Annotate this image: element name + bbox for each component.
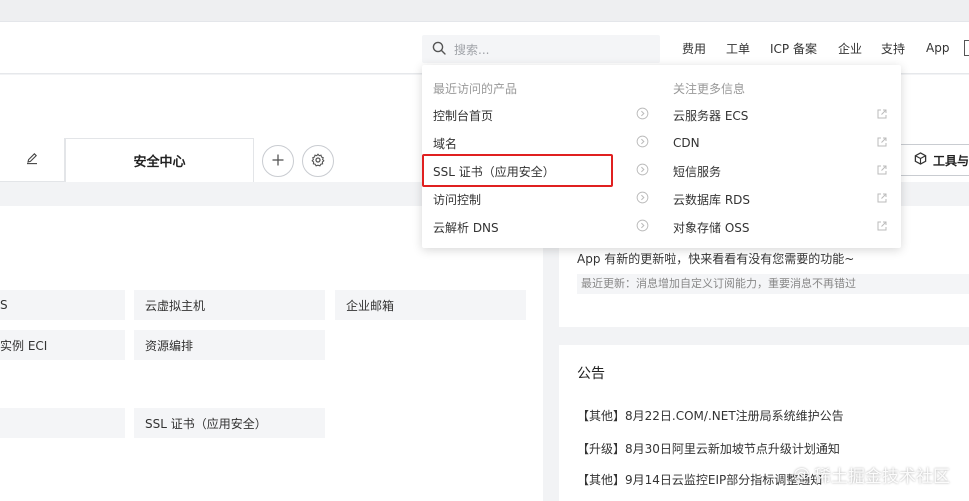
external-link-icon <box>876 108 888 123</box>
product-item[interactable]: S <box>0 290 125 320</box>
recent-item[interactable]: 控制台首页 <box>433 101 649 129</box>
add-tab-button[interactable] <box>262 145 294 177</box>
recent-products-title: 最近访问的产品 <box>433 82 518 96</box>
announcement-title: 公告 <box>577 366 605 382</box>
more-item[interactable]: CDN <box>673 129 888 157</box>
search-icon <box>432 41 446 58</box>
gear-icon <box>311 152 325 170</box>
more-info-title: 关注更多信息 <box>673 82 746 96</box>
browser-top-strip <box>0 0 969 22</box>
nav-app[interactable]: App <box>926 22 949 74</box>
arrow-circle-icon <box>636 163 649 179</box>
external-link-icon <box>876 192 888 207</box>
recent-item[interactable]: 域名 <box>433 129 649 157</box>
search-box[interactable]: 搜索... <box>422 35 660 63</box>
arrow-circle-icon <box>636 219 649 235</box>
edit-icon <box>25 151 39 168</box>
product-item[interactable]: 实例 ECI <box>0 330 125 360</box>
more-item[interactable]: 云服务器 ECS <box>673 101 888 129</box>
notification-message[interactable]: App 有新的更新啦，快来看看有没有您需要的功能~ <box>577 250 854 267</box>
tools-label: 工具与 <box>933 153 969 168</box>
product-item-empty[interactable] <box>0 408 125 438</box>
external-link-icon <box>876 164 888 179</box>
more-item[interactable]: 短信服务 <box>673 157 888 185</box>
tab-settings-button[interactable] <box>302 145 334 177</box>
edit-tab[interactable] <box>0 138 65 182</box>
product-item[interactable]: 云虚拟主机 <box>134 290 325 320</box>
arrow-circle-icon <box>636 135 649 151</box>
watermark: @ 稀土掘金技术社区 <box>793 464 950 488</box>
recent-item[interactable]: 访问控制 <box>433 185 649 213</box>
announcement-item[interactable]: 【其他】9月14日云监控EIP部分指标调整通知 <box>577 471 822 488</box>
at-icon: @ <box>793 464 810 485</box>
product-item[interactable]: 资源编排 <box>134 330 325 360</box>
notification-latest: 最近更新：消息增加自定义订阅能力，重要消息不再错过 <box>577 274 969 294</box>
cube-icon <box>914 152 927 168</box>
recent-item[interactable]: 云解析 DNS <box>433 213 649 241</box>
more-item[interactable]: 对象存储 OSS <box>673 213 888 241</box>
tab-security-center[interactable]: 安全中心 <box>65 138 254 182</box>
arrow-circle-icon <box>636 191 649 207</box>
product-item[interactable]: SSL 证书（应用安全） <box>134 408 325 438</box>
highlight-annotation-box <box>422 154 613 187</box>
search-placeholder: 搜索... <box>454 42 490 57</box>
external-link-icon <box>876 136 888 151</box>
announcement-item[interactable]: 【升级】8月30日阿里云新加坡节点升级计划通知 <box>577 440 840 457</box>
product-item[interactable]: 企业邮箱 <box>335 290 526 320</box>
nav-more-icon[interactable] <box>964 40 969 56</box>
more-item[interactable]: 云数据库 RDS <box>673 185 888 213</box>
arrow-circle-icon <box>636 107 649 123</box>
announcement-item[interactable]: 【其他】8月22日.COM/.NET注册局系统维护公告 <box>577 407 844 424</box>
tools-button[interactable]: 工具与 <box>899 144 969 176</box>
plus-icon <box>271 153 285 170</box>
external-link-icon <box>876 220 888 235</box>
